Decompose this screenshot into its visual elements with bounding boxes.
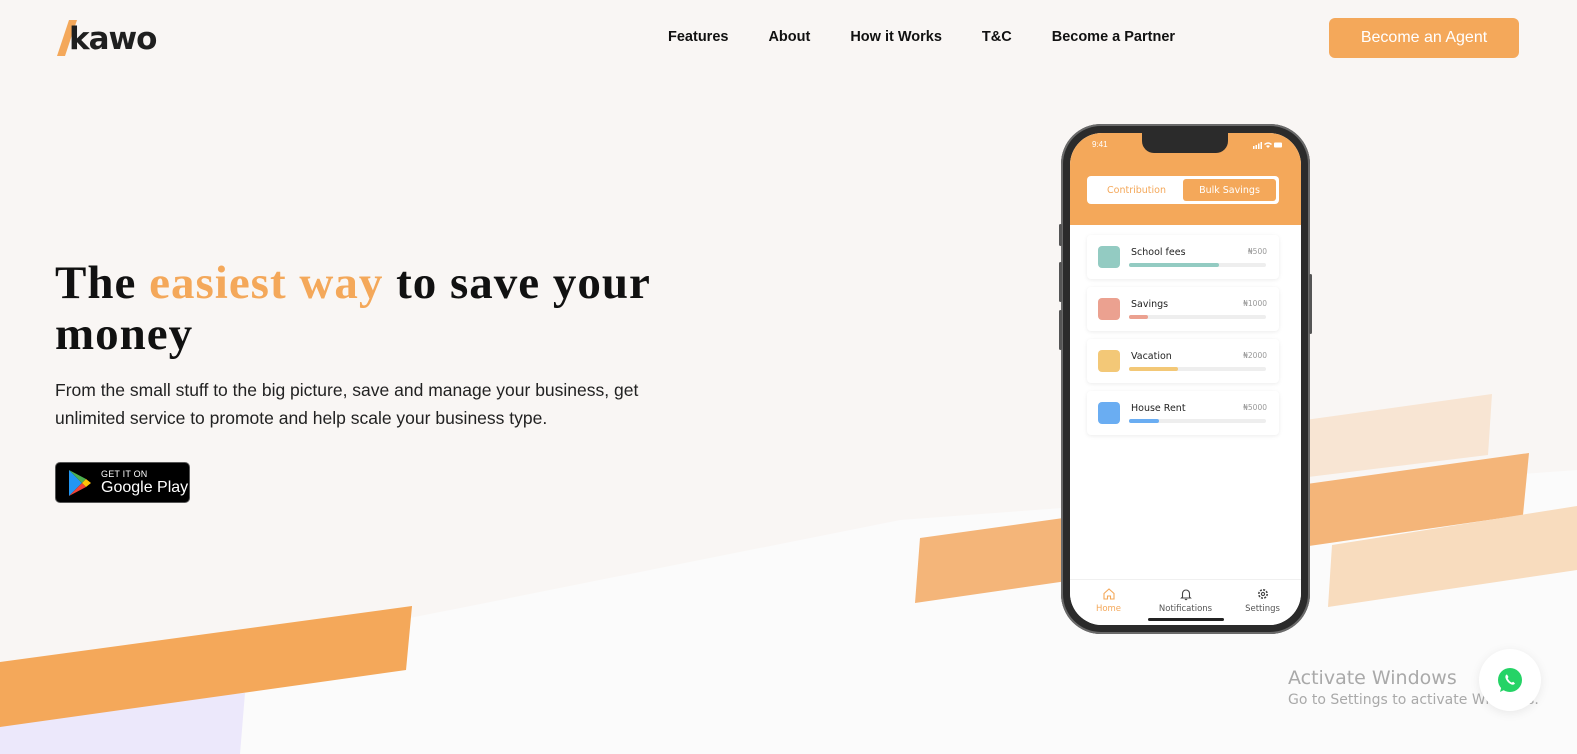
whatsapp-icon: [1498, 668, 1522, 692]
tab-home-label: Home: [1095, 604, 1122, 614]
nav-features[interactable]: Features: [668, 29, 728, 45]
hero-title: The easiest way to save your money: [55, 258, 695, 360]
savings-card[interactable]: School fees ₦500: [1087, 235, 1279, 279]
google-play-small-text: GET IT ON: [101, 468, 148, 479]
phone-button: [1059, 310, 1062, 350]
phone-notch: [1142, 133, 1228, 153]
google-play-icon: [69, 469, 91, 496]
nav-terms[interactable]: T&C: [982, 29, 1012, 45]
phone-button: [1309, 274, 1312, 334]
savings-segmented-control: Contribution Bulk Savings: [1087, 176, 1279, 204]
progress-track: [1129, 315, 1266, 319]
card-amount: ₦1000: [1243, 299, 1267, 308]
brand-name: kawo: [69, 21, 157, 57]
card-color-square: [1098, 246, 1120, 268]
card-label: Vacation: [1131, 351, 1172, 362]
savings-cards: School fees ₦500 Savings ₦1000 Vacation …: [1087, 235, 1279, 443]
phone-button: [1059, 224, 1062, 246]
signal-icon: [1253, 146, 1255, 149]
card-label: House Rent: [1131, 403, 1186, 414]
card-amount: ₦2000: [1243, 351, 1267, 360]
card-color-square: [1098, 402, 1120, 424]
progress-fill: [1129, 263, 1220, 267]
bell-icon: [1179, 589, 1192, 601]
phone-button: [1059, 262, 1062, 302]
card-label: School fees: [1131, 247, 1186, 258]
savings-card[interactable]: Vacation ₦2000: [1087, 339, 1279, 383]
savings-card[interactable]: House Rent ₦5000: [1087, 391, 1279, 435]
home-icon: [1102, 588, 1115, 600]
tab-settings-label: Settings: [1245, 604, 1280, 614]
brand-logo[interactable]: kawo: [55, 17, 185, 59]
tab-bulk-savings[interactable]: Bulk Savings: [1183, 179, 1276, 201]
tab-settings[interactable]: Settings: [1228, 587, 1298, 625]
google-play-big-text: Google Play: [101, 478, 189, 496]
tab-notifications-label: Notifications: [1158, 604, 1213, 614]
card-amount: ₦500: [1247, 247, 1267, 256]
phone-mockup: 9:41 Contribution Bulk Savings School fe…: [1059, 124, 1312, 634]
savings-card[interactable]: Savings ₦1000: [1087, 287, 1279, 331]
progress-track: [1129, 419, 1266, 423]
nav-become-partner[interactable]: Become a Partner: [1052, 29, 1175, 45]
status-time: 9:41: [1092, 140, 1108, 149]
progress-fill: [1129, 315, 1149, 319]
tab-home[interactable]: Home: [1074, 587, 1144, 625]
card-label: Savings: [1131, 299, 1169, 310]
hero-title-before: The: [55, 257, 150, 309]
whatsapp-button[interactable]: [1479, 649, 1541, 711]
hero-subtitle: From the small stuff to the big picture,…: [55, 380, 639, 428]
battery-icon: [1274, 142, 1282, 148]
google-play-text: GET IT ON Google Play: [101, 469, 188, 497]
nav-about[interactable]: About: [768, 29, 810, 45]
wifi-icon: [1264, 142, 1272, 148]
nav-how-it-works[interactable]: How it Works: [850, 29, 942, 45]
phone-screen: 9:41 Contribution Bulk Savings School fe…: [1070, 133, 1301, 625]
hero-title-accent: easiest way: [149, 257, 384, 309]
main-nav: Features About How it Works T&C Become a…: [668, 29, 1215, 45]
activate-windows-title: Activate Windows: [1288, 667, 1457, 689]
progress-fill: [1129, 367, 1179, 371]
gear-icon: [1257, 589, 1268, 599]
tab-contribution[interactable]: Contribution: [1090, 179, 1183, 201]
progress-track: [1129, 263, 1266, 267]
card-amount: ₦5000: [1243, 403, 1267, 412]
progress-fill: [1129, 419, 1160, 423]
card-color-square: [1098, 298, 1120, 320]
status-icons: [1253, 142, 1282, 149]
progress-track: [1129, 367, 1266, 371]
become-agent-button[interactable]: Become an Agent: [1329, 18, 1519, 58]
card-color-square: [1098, 350, 1120, 372]
home-indicator: [1148, 618, 1224, 621]
google-play-button[interactable]: GET IT ON Google Play: [55, 462, 190, 503]
